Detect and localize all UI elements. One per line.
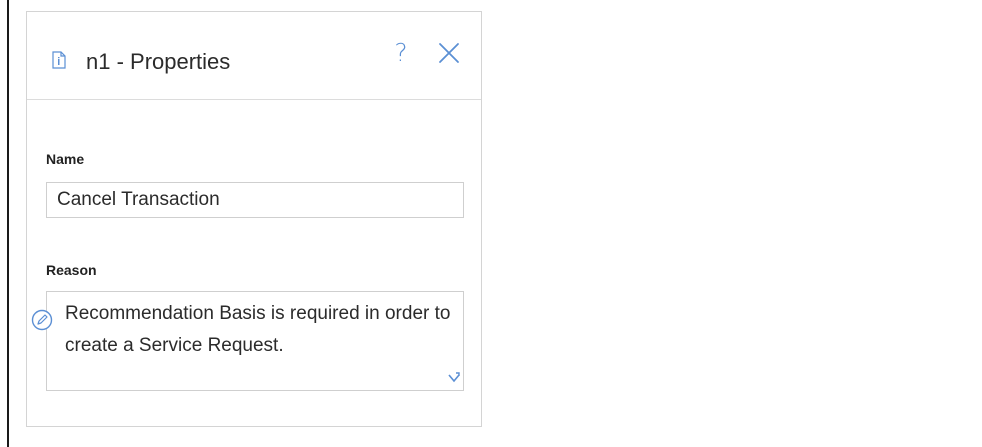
properties-panel: n1 - Properties ? Name Reason Recommenda… [26, 11, 482, 427]
name-label: Name [46, 151, 85, 167]
panel-title: n1 - Properties [86, 49, 231, 74]
reason-textarea[interactable]: Recommendation Basis is required in orde… [46, 291, 464, 391]
reason-label: Reason [46, 262, 97, 278]
edit-icon[interactable] [31, 309, 53, 331]
reason-text: Recommendation Basis is required in orde… [65, 303, 451, 356]
document-icon [52, 51, 66, 69]
resize-handle-icon[interactable] [448, 372, 460, 384]
left-divider [7, 0, 9, 447]
panel-header: n1 - Properties ? [27, 12, 481, 100]
close-icon[interactable] [437, 41, 461, 65]
help-icon[interactable]: ? [389, 38, 413, 68]
name-input[interactable] [46, 182, 464, 218]
